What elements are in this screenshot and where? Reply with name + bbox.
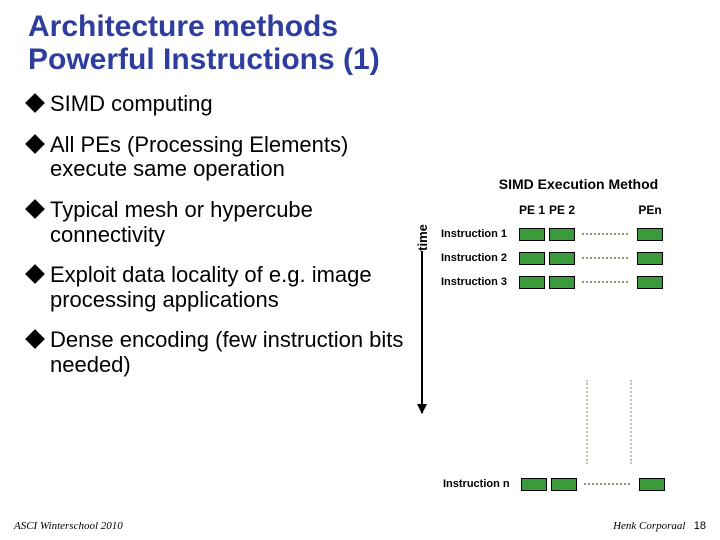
bullet-text: SIMD computing xyxy=(50,91,213,116)
footer-right: Henk Corporaal 18 xyxy=(613,520,706,532)
pe-box-icon xyxy=(551,478,577,491)
dots-horizontal-icon xyxy=(584,483,630,485)
time-label: time xyxy=(414,224,429,251)
pe-box-icon xyxy=(519,228,545,241)
pe-cell xyxy=(633,228,667,241)
pe-box-icon xyxy=(639,478,665,491)
diagram-title: SIMD Execution Method xyxy=(445,176,712,192)
diagram-grid: x PE 1 PE 2 PEn Instruction 1 Instructio… xyxy=(441,198,712,294)
pe-cell xyxy=(519,478,549,491)
pe-cell xyxy=(547,228,577,241)
pe-cell xyxy=(635,478,669,491)
slide: Architecture methods Powerful Instructio… xyxy=(0,0,720,540)
pe-box-icon xyxy=(519,252,545,265)
pe-cell xyxy=(547,276,577,289)
cells xyxy=(519,478,669,491)
page-number: 18 xyxy=(694,520,706,532)
pe-cell xyxy=(517,228,547,241)
bullet-item: Typical mesh or hypercube connectivity xyxy=(28,198,420,247)
bullet-item: All PEs (Processing Elements) execute sa… xyxy=(28,133,420,182)
arrow-down-icon xyxy=(421,251,423,413)
slide-title: Architecture methods Powerful Instructio… xyxy=(28,10,700,76)
pe-header: PE 1 xyxy=(517,203,547,217)
instruction-row: Instruction 3 xyxy=(441,270,712,294)
diamond-icon xyxy=(25,199,45,219)
ellipsis-cell xyxy=(577,233,633,235)
pe-cell xyxy=(633,276,667,289)
dots-vertical-icon xyxy=(630,380,632,464)
bullet-text: Exploit data locality of e.g. image proc… xyxy=(50,262,372,312)
ellipsis-cell xyxy=(577,257,633,259)
bullet-text: All PEs (Processing Elements) execute sa… xyxy=(50,132,348,182)
pe-box-icon xyxy=(521,478,547,491)
pe-cell xyxy=(547,252,577,265)
diamond-icon xyxy=(25,329,45,349)
pe-box-icon xyxy=(637,228,663,241)
bullet-item: Exploit data locality of e.g. image proc… xyxy=(28,263,420,312)
pe-cell xyxy=(633,252,667,265)
instruction-label: Instruction 3 xyxy=(441,276,517,288)
bullet-text: Typical mesh or hypercube connectivity xyxy=(50,197,313,247)
ellipsis-cell xyxy=(579,483,635,485)
pe-header: PE 2 xyxy=(547,203,577,217)
footer-left: ASCI Winterschool 2010 xyxy=(14,520,123,532)
instruction-label: Instruction 1 xyxy=(441,228,517,240)
ellipsis-cell xyxy=(577,281,633,283)
instruction-label: Instruction 2 xyxy=(441,252,517,264)
pe-header: PEn xyxy=(633,203,667,217)
pe-box-icon xyxy=(637,276,663,289)
pe-cell xyxy=(517,276,547,289)
diamond-icon xyxy=(25,134,45,154)
pe-box-icon xyxy=(549,276,575,289)
instruction-row: Instruction 1 xyxy=(441,222,712,246)
pe-box-icon xyxy=(549,228,575,241)
pe-box-icon xyxy=(637,252,663,265)
title-line-1: Architecture methods xyxy=(28,10,338,43)
dots-horizontal-icon xyxy=(582,281,628,283)
pe-box-icon xyxy=(519,276,545,289)
pe-header-row: x PE 1 PE 2 PEn xyxy=(441,198,712,222)
diamond-icon xyxy=(25,93,45,113)
bullet-item: Dense encoding (few instruction bits nee… xyxy=(28,328,420,377)
time-axis: time xyxy=(407,216,437,413)
instruction-label: Instruction n xyxy=(443,478,519,490)
title-line-2: Powerful Instructions (1) xyxy=(28,43,380,76)
instruction-row: Instruction 2 xyxy=(441,246,712,270)
bullet-item: SIMD computing xyxy=(28,92,420,117)
footer: ASCI Winterschool 2010 Henk Corporaal 18 xyxy=(14,520,706,532)
bullet-text: Dense encoding (few instruction bits nee… xyxy=(50,327,403,377)
simd-diagram: SIMD Execution Method time x PE 1 PE 2 P… xyxy=(407,176,712,413)
dots-horizontal-icon xyxy=(582,233,628,235)
diamond-icon xyxy=(25,264,45,284)
instruction-row-n: Instruction n xyxy=(407,472,712,496)
pe-cell xyxy=(549,478,579,491)
footer-author: Henk Corporaal xyxy=(613,520,685,532)
pe-cell xyxy=(517,252,547,265)
bullet-list: SIMD computing All PEs (Processing Eleme… xyxy=(28,90,420,394)
diagram-body: time x PE 1 PE 2 PEn Instruction 1 xyxy=(407,198,712,413)
dots-vertical-icon xyxy=(586,380,588,464)
pe-box-icon xyxy=(549,252,575,265)
dots-horizontal-icon xyxy=(582,257,628,259)
